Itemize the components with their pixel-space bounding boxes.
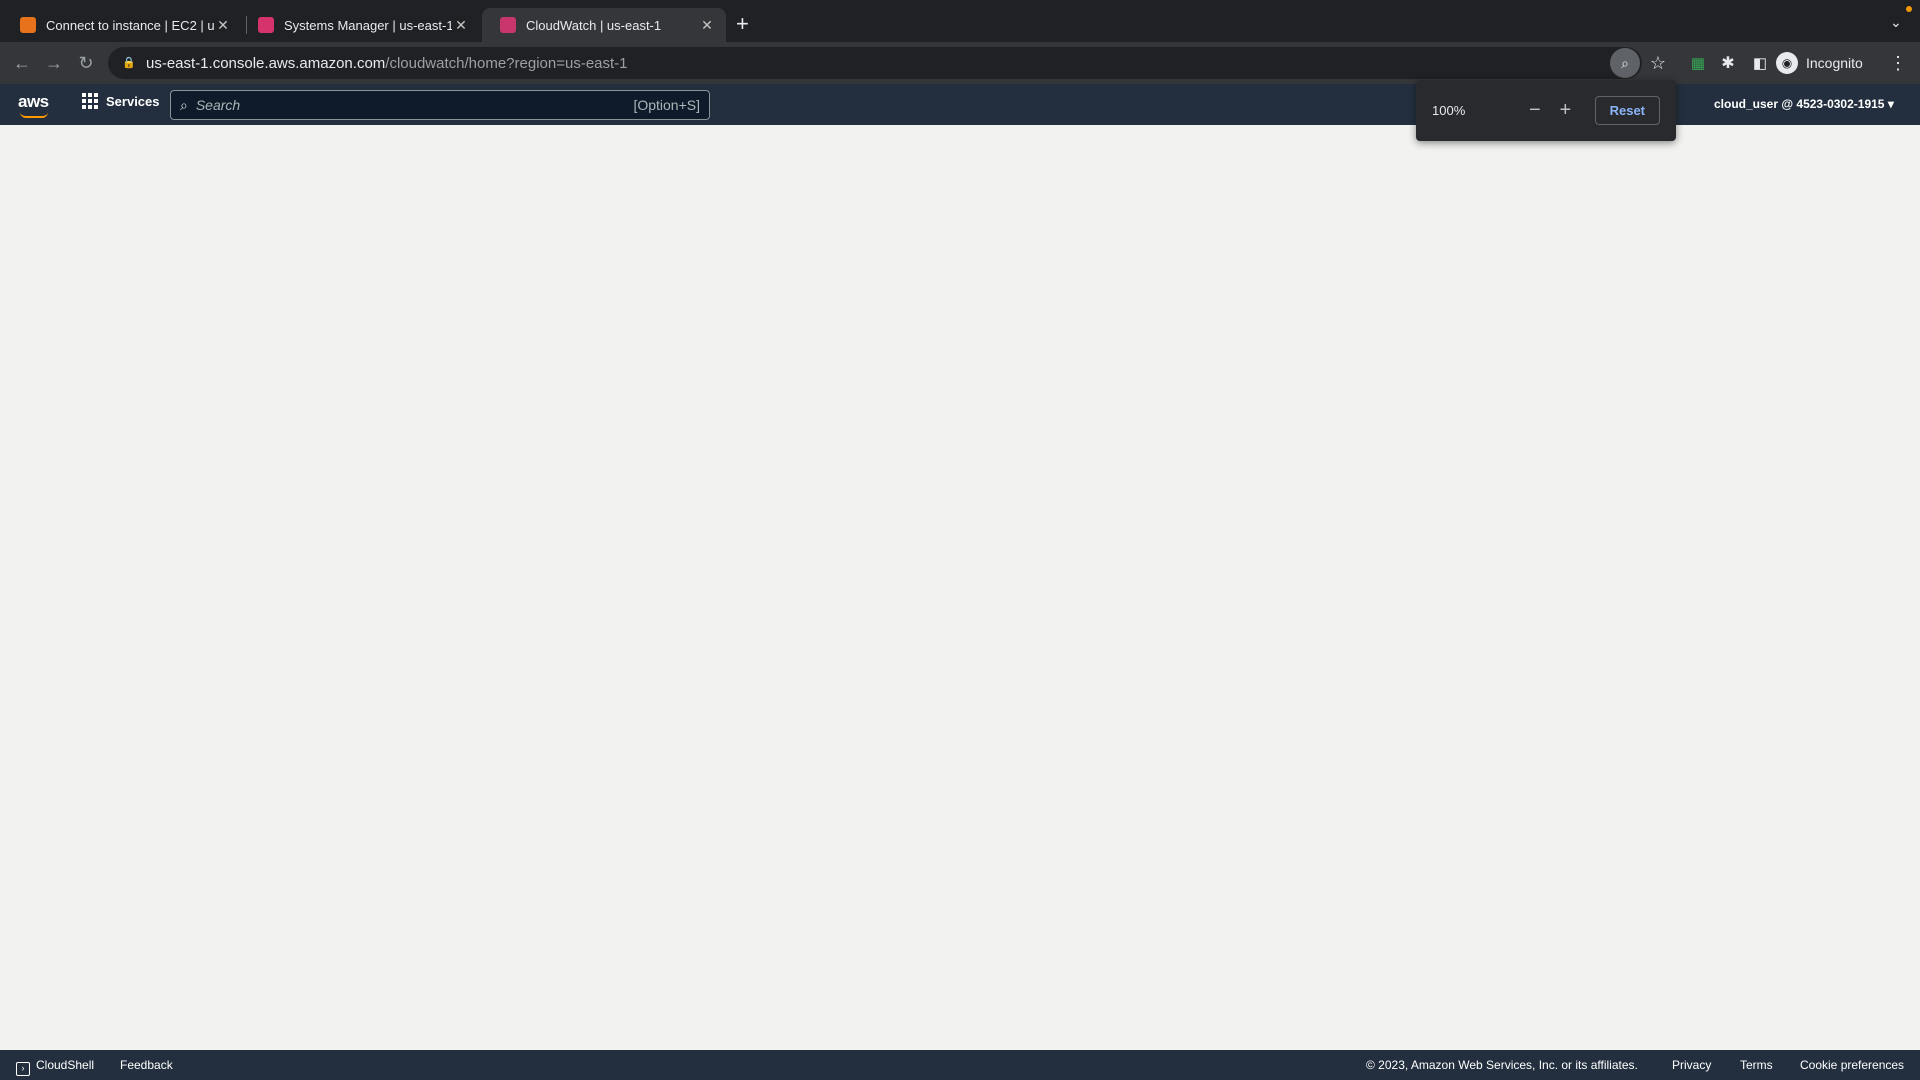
profile-label: Incognito	[1806, 55, 1863, 71]
account-menu[interactable]: cloud_user @ 4523-0302-1915 ▾	[1714, 97, 1894, 111]
terminal-icon: ›	[16, 1062, 30, 1076]
tab-search-chevron-down-icon[interactable]: ⌄	[1890, 14, 1902, 31]
extensions-puzzle-icon[interactable]: ✱	[1716, 51, 1740, 75]
terms-link[interactable]: Terms	[1740, 1058, 1773, 1072]
aws-footer: › CloudShell Feedback © 2023, Amazon Web …	[0, 1050, 1920, 1080]
new-tab-plus-icon[interactable]: +	[736, 13, 749, 35]
browser-tab-strip: Connect to instance | EC2 | us-east-1 ✕ …	[0, 0, 1920, 42]
forward-arrow-icon[interactable]: →	[42, 51, 66, 75]
tab-title: CloudWatch | us-east-1	[526, 17, 662, 33]
aws-logo[interactable]: aws	[18, 92, 49, 118]
lock-icon: 🔒	[122, 57, 136, 69]
search-shortcut: [Option+S]	[633, 97, 700, 113]
feedback-link[interactable]: Feedback	[120, 1058, 173, 1072]
bookmark-star-icon[interactable]: ☆	[1646, 51, 1670, 75]
cloudshell-button[interactable]: › CloudShell	[16, 1058, 94, 1076]
browser-menu-icon[interactable]: ⋮	[1886, 51, 1910, 75]
url-host: us-east-1.console.aws.amazon.com	[146, 54, 386, 72]
close-icon[interactable]: ✕	[698, 17, 716, 34]
services-label: Services	[106, 93, 160, 109]
tab-connect-to-instance[interactable]: Connect to instance | EC2 | us-east-1 ✕	[2, 8, 242, 42]
search-placeholder: Search	[195, 97, 241, 113]
zoom-in-plus-icon[interactable]: +	[1550, 99, 1580, 122]
side-panel-icon[interactable]: ◧	[1748, 51, 1772, 75]
cloudwatch-favicon-icon	[500, 17, 516, 33]
cookie-preferences-link[interactable]: Cookie preferences	[1800, 1058, 1904, 1072]
aws-logo-text: aws	[18, 92, 49, 111]
zoom-out-minus-icon[interactable]: −	[1520, 99, 1550, 122]
browser-toolbar: ← → ↻ 🔒 us-east-1.console.aws.amazon.com…	[0, 42, 1920, 84]
url-path: /cloudwatch/home?region=us-east-1	[385, 54, 628, 72]
caret-down-icon: ▾	[1887, 97, 1894, 111]
aws-smile-icon	[20, 112, 48, 118]
close-icon[interactable]: ✕	[452, 17, 470, 34]
zoom-magnifier-icon[interactable]: ⌕	[1610, 48, 1640, 78]
reload-icon[interactable]: ↻	[74, 51, 98, 75]
incognito-profile[interactable]: ◉ Incognito	[1776, 50, 1863, 76]
incognito-avatar-icon: ◉	[1776, 52, 1798, 74]
services-menu-button[interactable]: Services	[82, 93, 160, 109]
tab-cloudwatch[interactable]: CloudWatch | us-east-1 ✕	[482, 8, 726, 42]
account-label: cloud_user @ 4523-0302-1915	[1714, 97, 1885, 111]
systems-manager-favicon-icon	[258, 17, 274, 33]
copyright-text: © 2023, Amazon Web Services, Inc. or its…	[1366, 1058, 1638, 1072]
address-bar[interactable]: 🔒 us-east-1.console.aws.amazon.com/cloud…	[108, 47, 1642, 79]
extension-sheets-icon[interactable]: ▦	[1686, 51, 1710, 75]
ec2-favicon-icon	[20, 17, 36, 33]
close-icon[interactable]: ✕	[214, 17, 232, 34]
page-content-area	[0, 125, 1920, 1050]
zoom-reset-button[interactable]: Reset	[1594, 96, 1661, 125]
tab-systems-manager[interactable]: Systems Manager | us-east-1 ✕	[240, 8, 480, 42]
privacy-link[interactable]: Privacy	[1672, 1058, 1711, 1072]
grid-icon	[82, 93, 98, 109]
zoom-level: 100%	[1432, 103, 1466, 118]
search-input[interactable]: ⌕ Search [Option+S]	[170, 90, 710, 120]
cloudshell-label: CloudShell	[36, 1058, 95, 1072]
tab-title: Systems Manager | us-east-1	[284, 17, 452, 33]
back-arrow-icon[interactable]: ←	[10, 51, 34, 75]
search-icon: ⌕	[180, 96, 188, 113]
notification-dot	[1906, 6, 1912, 12]
tab-title: Connect to instance | EC2 | us-east-1	[46, 17, 214, 33]
